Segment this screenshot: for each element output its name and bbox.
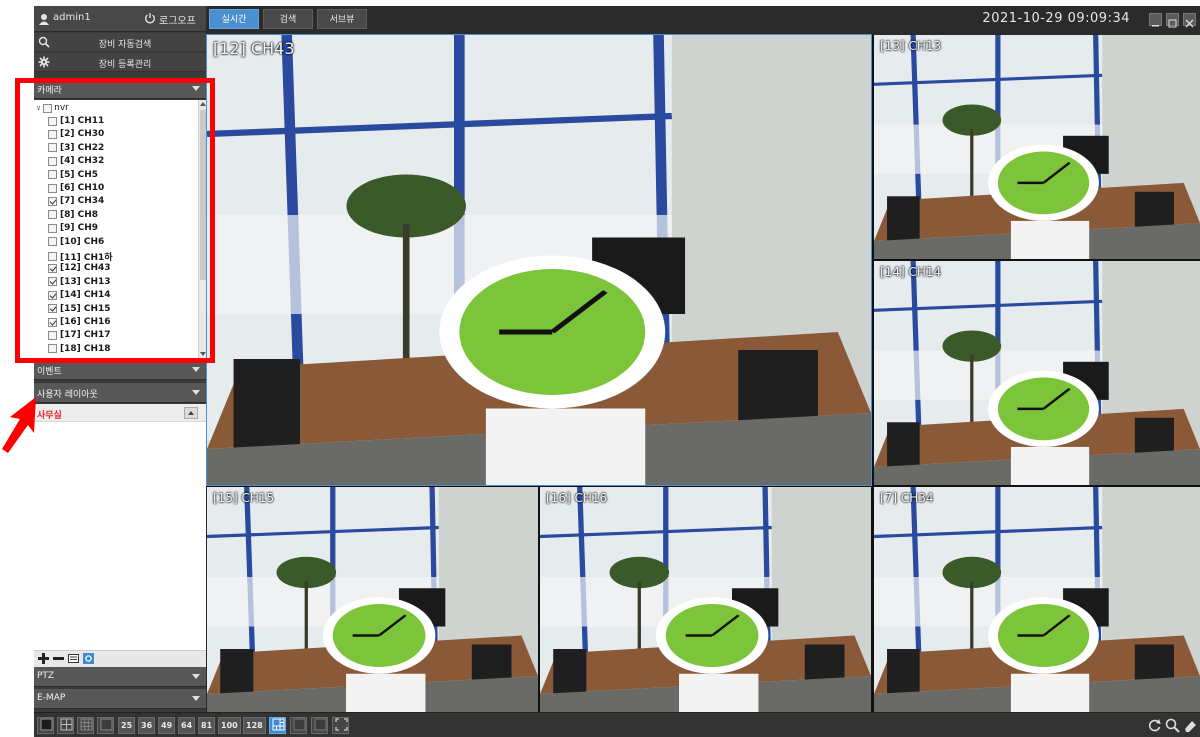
chevron-down-icon	[192, 367, 200, 372]
user-name: admin1	[53, 12, 91, 23]
red-arrow-icon	[2, 397, 36, 453]
camera-feed	[874, 261, 1200, 485]
layout-16-button[interactable]	[97, 717, 114, 734]
layout-item-label: 사무실	[37, 411, 62, 421]
user-layout-list: 사무실	[34, 404, 206, 650]
add-icon[interactable]	[38, 653, 49, 664]
minimize-icon	[1152, 25, 1159, 27]
layout-item-office[interactable]: 사무실	[34, 404, 206, 422]
layout-36-button[interactable]: 36	[138, 717, 156, 734]
layout-9-button[interactable]	[77, 717, 94, 734]
camera-tile[interactable]: [15] CH15	[207, 487, 538, 712]
layout-alt-1-button[interactable]	[290, 717, 307, 734]
layout-100-button[interactable]: 100	[218, 717, 241, 734]
top-bar: 실시간 검색 서브뷰 2021-10-29 09:09:34	[206, 6, 1200, 32]
layout-custom-button[interactable]	[269, 717, 286, 734]
emap-section-header[interactable]: E-MAP	[34, 689, 206, 709]
close-icon	[1185, 19, 1194, 28]
user-icon	[39, 14, 49, 25]
move-up-button[interactable]	[184, 407, 198, 419]
layout-4-button[interactable]	[57, 717, 74, 734]
highlight-box	[15, 78, 215, 363]
camera-feed	[207, 487, 538, 712]
menu-device-manage[interactable]: 장비 등록관리	[34, 53, 206, 72]
camera-tile[interactable]: [13] CH13	[874, 35, 1200, 259]
event-section-header[interactable]: 이벤트	[34, 360, 206, 380]
camera-feed	[540, 487, 871, 712]
settings-icon[interactable]	[83, 653, 94, 664]
layout-81-button[interactable]: 81	[198, 717, 216, 734]
tab-subview[interactable]: 서브뷰	[317, 9, 367, 29]
refresh-icon[interactable]	[1147, 718, 1162, 733]
video-grid: [12] CH43 [13] CH13 [14] CH14 [15] CH15 …	[206, 34, 1200, 712]
ptz-section-title: PTZ	[37, 671, 55, 681]
grid-alt-1-icon	[293, 718, 306, 731]
event-section-title: 이벤트	[37, 367, 62, 377]
camera-feed	[207, 35, 871, 485]
chevron-down-icon	[192, 390, 200, 395]
layout-25-button[interactable]: 25	[118, 717, 136, 734]
camera-tile-main[interactable]: [12] CH43	[206, 34, 872, 486]
layout-bar: 25 36 49 64 81 100 128	[34, 712, 1200, 737]
tab-live[interactable]: 실시간	[209, 9, 259, 29]
ptz-section-header[interactable]: PTZ	[34, 667, 206, 687]
menu-auto-search[interactable]: 장비 자동검색	[34, 33, 206, 52]
logout-button[interactable]: 로그오프	[159, 12, 196, 27]
camera-feed	[874, 35, 1200, 259]
eraser-icon[interactable]	[1183, 718, 1198, 733]
grid-16-icon	[100, 718, 113, 731]
camera-label: [13] CH13	[880, 39, 942, 53]
power-icon[interactable]	[144, 12, 156, 24]
user-layout-section-title: 사용자 레이아웃	[37, 390, 98, 400]
tab-search[interactable]: 검색	[263, 9, 313, 29]
camera-label: [16] CH16	[546, 491, 608, 505]
layout-128-button[interactable]: 128	[243, 717, 266, 734]
grid-9-icon	[80, 718, 93, 731]
camera-tile[interactable]: [14] CH14	[874, 261, 1200, 485]
menu-auto-search-label: 장비 자동검색	[98, 40, 152, 50]
layout-1-button[interactable]	[37, 717, 54, 734]
maximize-button[interactable]	[1166, 13, 1179, 28]
chevron-down-icon	[192, 674, 200, 679]
camera-tile[interactable]: [7] CH34	[874, 487, 1200, 712]
fullscreen-icon	[335, 718, 348, 731]
layout-alt-2-button[interactable]	[311, 717, 328, 734]
camera-feed	[874, 487, 1200, 712]
edit-icon[interactable]	[68, 653, 79, 664]
chevron-down-icon	[192, 696, 200, 701]
emap-section-title: E-MAP	[37, 693, 66, 703]
close-button[interactable]	[1183, 13, 1196, 28]
layout-toolbar	[34, 650, 206, 667]
camera-label: [12] CH43	[213, 39, 295, 58]
camera-label: [7] CH34	[880, 491, 934, 505]
user-bar: admin1 로그오프	[34, 6, 206, 32]
camera-label: [14] CH14	[880, 265, 942, 279]
layout-64-button[interactable]: 64	[178, 717, 196, 734]
layout-49-button[interactable]: 49	[158, 717, 176, 734]
grid-4-icon	[60, 718, 73, 731]
user-layout-section-header[interactable]: 사용자 레이아웃	[34, 383, 206, 403]
datetime-display: 2021-10-29 09:09:34	[982, 11, 1130, 26]
maximize-icon	[1168, 19, 1177, 28]
menu-device-manage-label: 장비 등록관리	[98, 60, 152, 70]
zoom-icon[interactable]	[1165, 718, 1180, 733]
remove-icon[interactable]	[53, 653, 64, 664]
grid-alt-2-icon	[314, 718, 327, 731]
minimize-button[interactable]	[1149, 13, 1162, 27]
fullscreen-button[interactable]	[332, 717, 349, 734]
camera-tile[interactable]: [16] CH16	[540, 487, 871, 712]
grid-custom-icon	[272, 718, 285, 731]
camera-label: [15] CH15	[213, 491, 275, 505]
grid-1-icon	[40, 718, 53, 731]
